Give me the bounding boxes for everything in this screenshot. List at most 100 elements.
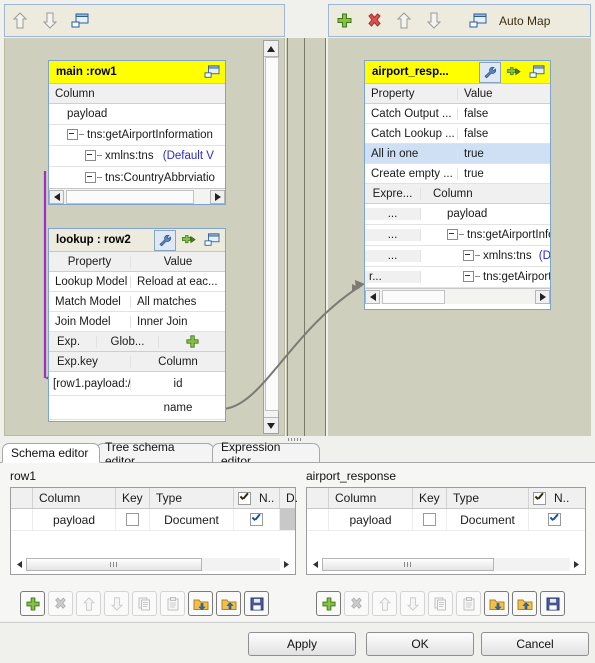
scroll-right-icon[interactable] <box>210 189 225 204</box>
export-schema-icon[interactable] <box>512 591 537 616</box>
add-column-icon[interactable] <box>20 591 45 616</box>
output-property-row[interactable]: Catch Lookup ... false <box>365 124 550 144</box>
input-tree-row[interactable]: tns:CountryAbbrviatio <box>49 167 225 188</box>
lookup-property-value[interactable]: Inner Join <box>131 316 225 328</box>
move-down-icon[interactable] <box>35 7 65 35</box>
save-schema-icon[interactable] <box>540 591 565 616</box>
move-up-icon[interactable] <box>389 7 419 35</box>
key-checkbox[interactable] <box>423 513 436 526</box>
lookup-key-expression[interactable]: [row1.payload:/ <box>49 377 131 390</box>
add-filter-icon[interactable] <box>159 335 225 348</box>
lookup-property-value[interactable]: All matches <box>131 296 225 308</box>
scroll-left-icon[interactable] <box>13 558 26 571</box>
nullable-header-checkbox[interactable] <box>238 491 251 505</box>
expander-icon[interactable] <box>447 229 458 241</box>
input-tree-row[interactable]: xmlns:tns (Default V <box>49 146 225 167</box>
output-table-title-bar[interactable]: airport_resp... <box>365 61 550 84</box>
lookup-key-column[interactable]: id <box>131 378 225 390</box>
minimize-icon[interactable] <box>202 231 222 250</box>
row-type[interactable]: Document <box>150 509 234 530</box>
lookup-key-row[interactable]: [row1.payload:/ id <box>49 372 225 396</box>
tab-schema-editor[interactable]: Schema editor <box>2 443 100 463</box>
scrollbar-thumb[interactable] <box>265 57 279 411</box>
output-tree-row[interactable]: ... tns:getAirportInfo <box>365 225 550 246</box>
schema-col-key[interactable]: Key <box>413 488 447 508</box>
hscroll-track[interactable] <box>322 558 570 571</box>
schema-table-row[interactable]: payload Document <box>307 509 585 531</box>
schema-col-column[interactable]: Column <box>33 488 116 508</box>
output-property-value[interactable]: true <box>458 148 550 160</box>
ok-button[interactable]: OK <box>366 632 474 656</box>
schema-col-nullable[interactable]: N.. <box>529 488 579 508</box>
expander-icon[interactable] <box>67 129 78 141</box>
schema-col-key[interactable]: Key <box>116 488 150 508</box>
output-property-row[interactable]: Create empty ... true <box>365 164 550 184</box>
lookup-property-row[interactable]: Lookup Model Reload at eac... <box>49 272 225 292</box>
hscroll-thumb[interactable] <box>382 289 445 304</box>
schema-col-nullable[interactable]: N.. <box>234 488 280 508</box>
expander-icon[interactable] <box>463 250 474 262</box>
lookup-property-row[interactable]: Match Model All matches <box>49 292 225 312</box>
lookup-property-row[interactable]: Join Model Inner Join <box>49 312 225 332</box>
hscroll-track[interactable] <box>26 558 280 571</box>
output-property-row-selected[interactable]: All in one true <box>365 144 550 164</box>
row-column-name[interactable]: payload <box>33 509 116 530</box>
output-property-row[interactable]: Catch Output ... false <box>365 104 550 124</box>
add-column-icon[interactable] <box>316 591 341 616</box>
lookup-table-row2[interactable]: lookup : row2 Property Value Lookup Mode… <box>48 228 226 422</box>
input-tree-row[interactable]: payload <box>49 104 225 125</box>
schema-col-date[interactable]: D. <box>280 488 298 508</box>
schema-col-column[interactable]: Column <box>329 488 413 508</box>
schema-table-hscrollbar[interactable] <box>309 557 583 572</box>
input-table-main-row1[interactable]: main :row1 Column payload tns:getAirport… <box>48 60 226 205</box>
output-tree-row[interactable]: r... tns:getAirport <box>365 267 550 288</box>
expander-icon[interactable] <box>85 150 96 162</box>
hscroll-track[interactable] <box>64 189 210 204</box>
input-canvas-scrollbar[interactable] <box>263 40 279 434</box>
row-nullable-cell[interactable] <box>529 509 579 530</box>
auto-map-label[interactable]: Auto Map <box>499 14 550 28</box>
output-property-value[interactable]: true <box>458 168 550 180</box>
import-schema-icon[interactable] <box>484 591 509 616</box>
output-property-value[interactable]: false <box>458 108 550 120</box>
scroll-up-icon[interactable] <box>264 41 278 57</box>
tab-expression-editor[interactable]: Expression editor <box>212 440 320 468</box>
move-down-icon[interactable] <box>419 7 449 35</box>
scroll-left-icon[interactable] <box>49 189 64 204</box>
row-column-name[interactable]: payload <box>329 509 413 530</box>
schema-table-row[interactable]: payload Document <box>11 509 295 531</box>
schema-table-hscrollbar[interactable] <box>13 557 293 572</box>
move-up-icon[interactable] <box>5 7 35 35</box>
add-expression-icon[interactable] <box>179 231 199 250</box>
schema-col-type[interactable]: Type <box>447 488 529 508</box>
schema-table-row1[interactable]: Column Key Type N.. D. payload Document <box>10 487 298 575</box>
scroll-left-icon[interactable] <box>309 558 322 571</box>
scroll-right-icon[interactable] <box>570 558 583 571</box>
schema-col-type[interactable]: Type <box>150 488 234 508</box>
nullable-checkbox[interactable] <box>547 513 561 526</box>
lookup-key-column[interactable]: name <box>131 402 225 414</box>
apply-button[interactable]: Apply <box>248 632 356 656</box>
minimize-icon[interactable] <box>527 63 547 82</box>
cancel-button[interactable]: Cancel <box>481 632 589 656</box>
output-row-expression[interactable]: ... <box>365 208 421 220</box>
import-schema-icon[interactable] <box>188 591 213 616</box>
input-tree-row[interactable]: tns:getAirportInformation <box>49 125 225 146</box>
output-property-value[interactable]: false <box>458 128 550 140</box>
hscroll-thumb[interactable] <box>322 558 494 571</box>
export-schema-icon[interactable] <box>216 591 241 616</box>
lookup-property-value[interactable]: Reload at eac... <box>131 276 225 288</box>
key-checkbox[interactable] <box>126 513 139 526</box>
save-schema-icon[interactable] <box>244 591 269 616</box>
output-table-airport-response[interactable]: airport_resp... Property Value Catch Out… <box>364 60 551 310</box>
nullable-header-checkbox[interactable] <box>533 491 546 505</box>
remove-icon[interactable] <box>359 7 389 35</box>
wrench-icon[interactable] <box>154 229 176 251</box>
expander-icon[interactable] <box>463 271 474 283</box>
hscroll-thumb[interactable] <box>26 558 202 571</box>
output-tree-row[interactable]: ... payload <box>365 204 550 225</box>
row-key-cell[interactable] <box>413 509 447 530</box>
minimize-icon[interactable] <box>202 63 222 82</box>
hscroll-thumb[interactable] <box>66 189 194 204</box>
minimize-all-icon[interactable] <box>65 7 95 35</box>
